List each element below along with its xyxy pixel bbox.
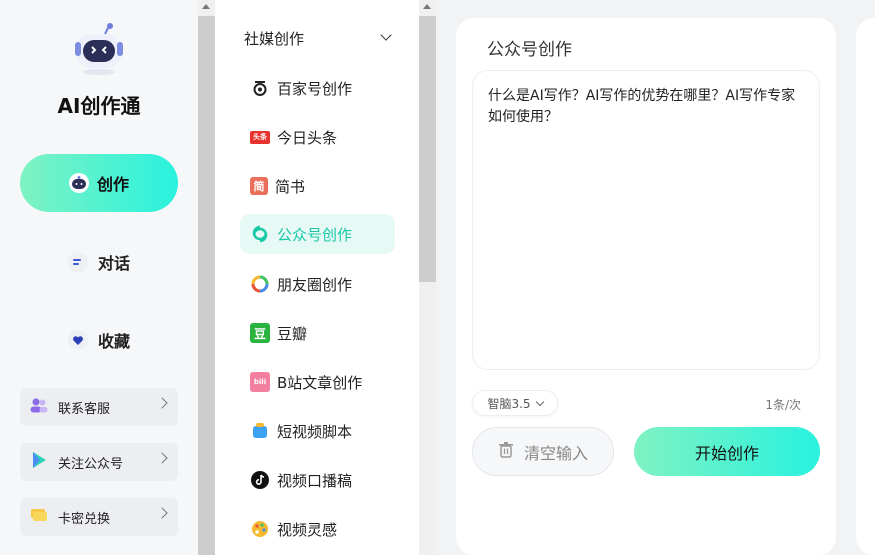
card-icon — [30, 508, 48, 526]
tiktok-icon — [250, 470, 270, 490]
category-item-label: 朋友圈创作 — [277, 275, 353, 294]
nav-chat[interactable]: 对话 — [20, 242, 178, 282]
scrollbar-thumb[interactable] — [198, 16, 215, 555]
contact-service-label: 联系客服 — [58, 401, 111, 417]
chevron-down-icon — [535, 397, 544, 406]
category-item-jianshu[interactable]: 简 简书 — [240, 166, 395, 206]
category-item-label: 今日头条 — [277, 128, 338, 147]
prompt-input[interactable]: 什么是AI写作？AI写作的优势在哪里？AI写作专家如何使用？ — [472, 70, 820, 370]
category-item-label: B站文章创作 — [277, 373, 363, 392]
chevron-right-icon — [156, 452, 168, 464]
redeem-code-card[interactable]: 卡密兑换 — [20, 498, 178, 536]
redeem-code-label: 卡密兑换 — [58, 511, 111, 527]
heart-icon — [67, 330, 88, 350]
scrollbar-thumb[interactable] — [419, 16, 436, 282]
category-item-label: 视频口播稿 — [277, 471, 353, 490]
category-item-video-inspiration[interactable]: 视频灵感 — [240, 509, 395, 549]
chat-icon — [67, 252, 88, 272]
category-item-label: 豆瓣 — [277, 324, 308, 343]
robot-icon — [68, 173, 89, 193]
wechat-official-icon — [250, 224, 270, 244]
creation-panel: 公众号创作 什么是AI写作？AI写作的优势在哪里？AI写作专家如何使用？ 智脑3… — [456, 18, 836, 555]
category-header[interactable]: 社媒创作 — [244, 28, 394, 49]
category-item-moments[interactable]: 朋友圈创作 — [240, 264, 395, 304]
result-panel — [856, 18, 875, 555]
bilibili-icon: bili — [250, 372, 270, 392]
nav-create[interactable]: 创作 — [20, 154, 178, 212]
scroll-up-icon[interactable] — [423, 4, 431, 9]
category-item-label: 简书 — [275, 177, 306, 196]
app-title: AI创作通 — [57, 94, 141, 118]
robot-logo-icon — [72, 20, 126, 76]
category-item-label: 短视频脚本 — [277, 422, 353, 441]
contact-service-card[interactable]: 联系客服 — [20, 388, 178, 426]
follow-account-card[interactable]: 关注公众号 — [20, 443, 178, 481]
clear-input-label: 清空输入 — [523, 443, 588, 463]
moments-icon — [250, 274, 270, 294]
clear-input-button[interactable]: 清空输入 — [472, 427, 614, 476]
model-select-label: 智脑3.5 — [487, 396, 531, 411]
chevron-down-icon — [380, 29, 392, 41]
nav-chat-label: 对话 — [97, 254, 130, 273]
toutiao-icon: 头条 — [250, 130, 270, 144]
category-item-toutiao[interactable]: 头条 今日头条 — [240, 117, 395, 157]
users-icon — [30, 397, 48, 417]
category-scrollbar[interactable] — [419, 0, 436, 555]
category-item-baijiahao[interactable]: 百家号创作 — [240, 68, 395, 108]
nav-favorites-label: 收藏 — [97, 332, 130, 351]
baijiahao-icon — [250, 78, 270, 98]
palette-icon — [250, 519, 270, 539]
category-item-label: 百家号创作 — [277, 79, 353, 98]
nav-favorites[interactable]: 收藏 — [20, 320, 178, 360]
panel-title: 公众号创作 — [487, 40, 572, 60]
follow-account-label: 关注公众号 — [58, 456, 124, 472]
jianshu-icon: 简 — [250, 177, 268, 195]
category-column: 社媒创作 百家号创作 头条 今日头条 简 简书 公众号创作 朋友圈创作 豆 豆瓣… — [215, 0, 419, 555]
model-select[interactable]: 智脑3.5 — [472, 390, 558, 416]
short-video-icon — [250, 421, 270, 441]
category-header-label: 社媒创作 — [244, 30, 305, 48]
category-item-wechat-official[interactable]: 公众号创作 — [240, 214, 395, 254]
category-item-short-video[interactable]: 短视频脚本 — [240, 411, 395, 451]
nav-create-label: 创作 — [96, 175, 129, 194]
category-item-label: 视频灵感 — [277, 520, 338, 539]
left-scrollbar[interactable] — [198, 0, 215, 555]
category-item-bilibili[interactable]: bili B站文章创作 — [240, 362, 395, 402]
start-create-button[interactable]: 开始创作 — [634, 427, 820, 476]
category-item-label: 公众号创作 — [277, 225, 353, 244]
category-item-tiktok[interactable]: 视频口播稿 — [240, 460, 395, 500]
quota-text: 1条/次 — [765, 398, 801, 412]
play-icon — [30, 451, 48, 473]
category-item-douban[interactable]: 豆 豆瓣 — [240, 313, 395, 353]
chevron-right-icon — [156, 397, 168, 409]
scroll-up-icon[interactable] — [202, 4, 210, 9]
left-rail: AI创作通 创作 对话 收藏 联系客服 关注公众号 卡密兑换 — [0, 0, 198, 555]
douban-icon: 豆 — [250, 323, 270, 343]
trash-icon — [498, 441, 514, 462]
chevron-right-icon — [156, 507, 168, 519]
